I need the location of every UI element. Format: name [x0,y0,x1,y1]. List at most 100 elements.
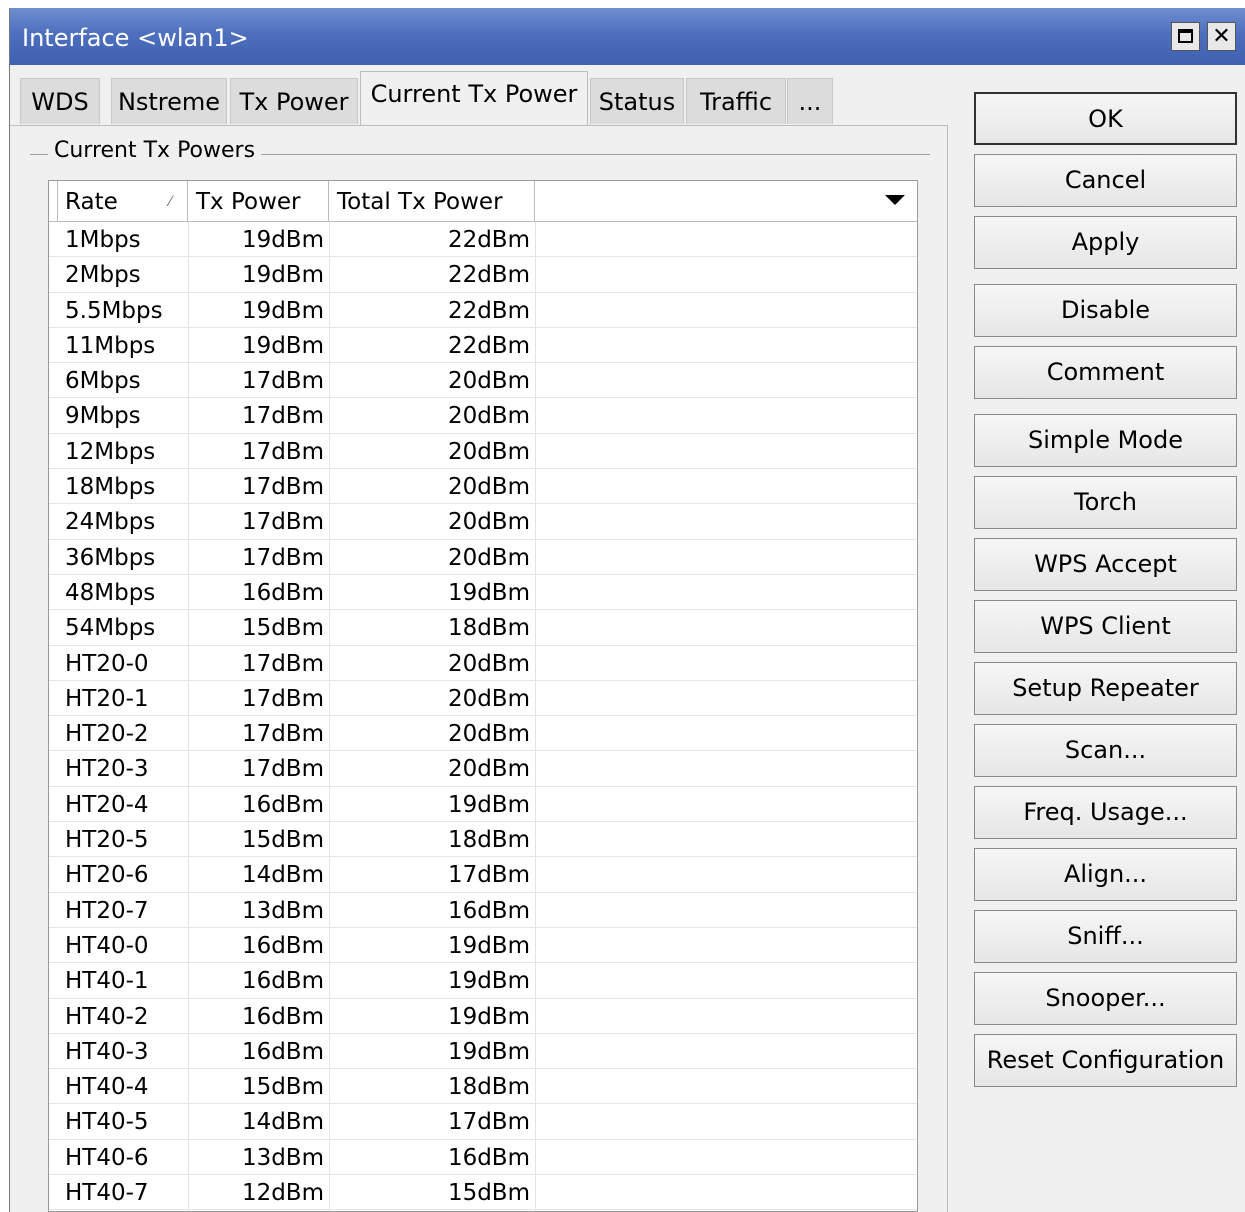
cell-rate: 5.5Mbps [65,297,163,324]
cell-total-tx-power: 17dBm [447,1109,530,1136]
simple-mode-button[interactable]: Simple Mode [974,414,1237,467]
table-row[interactable]: 18Mbps 17dBm 20dBm [49,469,917,505]
cell-rate: HT40-4 [65,1074,149,1101]
cell-tx-power: 19dBm [241,297,324,324]
cell-total-tx-power: 19dBm [447,932,530,959]
cell-tx-power: 16dBm [241,791,324,818]
snooper-button[interactable]: Snooper... [974,972,1237,1025]
table-row[interactable]: HT20-3 17dBm 20dBm [49,751,917,787]
align-button[interactable]: Align... [974,848,1237,901]
cell-total-tx-power: 20dBm [447,721,530,748]
tab-tx-power[interactable]: Tx Power [230,78,358,124]
cell-tx-power: 16dBm [241,968,324,995]
cell-tx-power: 14dBm [241,1109,324,1136]
cell-rate: HT40-7 [65,1180,149,1207]
cell-total-tx-power: 22dBm [447,227,530,253]
tab-nstreme[interactable]: Nstreme [111,78,227,124]
tab-status[interactable]: Status [590,78,684,124]
table-row[interactable]: HT40-7 12dBm 15dBm [49,1175,917,1211]
column-header-total-tx-power[interactable]: Total Tx Power [329,181,535,221]
table-row[interactable]: HT40-5 14dBm 17dBm [49,1104,917,1140]
group-label: Current Tx Powers [48,138,262,163]
cell-total-tx-power: 20dBm [447,509,530,536]
table-row[interactable]: 12Mbps 17dBm 20dBm [49,434,917,470]
cell-total-tx-power: 15dBm [447,1180,530,1207]
disable-button[interactable]: Disable [974,284,1237,337]
table-row[interactable]: 1Mbps 19dBm 22dBm [49,222,917,258]
table-row[interactable]: 48Mbps 16dBm 19dBm [49,575,917,611]
panel-divider [947,125,948,1212]
cell-rate: HT20-5 [65,827,149,854]
cancel-button[interactable]: Cancel [974,154,1237,207]
table-row[interactable]: HT40-4 15dBm 18dBm [49,1069,917,1105]
table-row[interactable]: HT40-3 16dBm 19dBm [49,1034,917,1070]
close-icon: ✕ [1212,24,1231,49]
cell-total-tx-power: 19dBm [447,968,530,995]
maximize-button[interactable] [1171,22,1200,51]
table-row[interactable]: 36Mbps 17dBm 20dBm [49,540,917,575]
table-row[interactable]: HT20-4 16dBm 19dBm [49,787,917,823]
cell-rate: HT40-0 [65,932,149,959]
maximize-icon [1178,29,1193,43]
title-bar[interactable]: Interface <wlan1> ✕ [10,8,1245,65]
scan-button[interactable]: Scan... [974,724,1237,777]
cell-total-tx-power: 18dBm [447,1074,530,1101]
cell-rate: HT20-7 [65,897,149,924]
column-header-rate[interactable]: Rate ⁄ [57,181,188,221]
cell-total-tx-power: 20dBm [447,650,530,677]
table-row[interactable]: 6Mbps 17dBm 20dBm [49,363,917,399]
reset-configuration-button[interactable]: Reset Configuration [974,1034,1237,1087]
sniff-button[interactable]: Sniff... [974,910,1237,963]
column-header-label: Rate [65,189,118,215]
cell-tx-power: 17dBm [241,756,324,783]
table-row[interactable]: 9Mbps 17dBm 20dBm [49,398,917,434]
interface-window: Interface <wlan1> ✕ WDS Nstreme Tx Power… [9,8,1245,1212]
table-row[interactable]: HT20-0 17dBm 20dBm [49,646,917,681]
cell-total-tx-power: 16dBm [447,1144,530,1171]
tab-more[interactable]: ... [787,78,833,124]
cell-tx-power: 17dBm [241,403,324,430]
cell-tx-power: 17dBm [241,474,324,501]
table-row[interactable]: 11Mbps 19dBm 22dBm [49,328,917,364]
wps-accept-button[interactable]: WPS Accept [974,538,1237,591]
close-button[interactable]: ✕ [1207,22,1236,51]
chevron-down-icon[interactable] [885,195,905,205]
tab-current-tx-power[interactable]: Current Tx Power [360,71,588,126]
table-row[interactable]: HT20-7 13dBm 16dBm [49,893,917,928]
table-row[interactable]: HT40-0 16dBm 19dBm [49,928,917,964]
table-row[interactable]: 5.5Mbps 19dBm 22dBm [49,293,917,328]
column-header-tx-power[interactable]: Tx Power [188,181,329,221]
cell-total-tx-power: 20dBm [447,544,530,571]
tab-traffic[interactable]: Traffic [686,78,786,124]
cell-tx-power: 19dBm [241,227,324,253]
cell-tx-power: 13dBm [241,1144,324,1171]
wps-client-button[interactable]: WPS Client [974,600,1237,653]
table-row[interactable]: HT20-1 17dBm 20dBm [49,681,917,717]
freq-usage-button[interactable]: Freq. Usage... [974,786,1237,839]
cell-rate: 1Mbps [65,227,141,253]
cell-tx-power: 19dBm [241,332,324,359]
cell-tx-power: 17dBm [241,650,324,677]
cell-tx-power: 17dBm [241,368,324,395]
apply-button[interactable]: Apply [974,216,1237,269]
table-row[interactable]: HT20-2 17dBm 20dBm [49,716,917,752]
table-row[interactable]: 54Mbps 15dBm 18dBm [49,610,917,646]
table-row[interactable]: 2Mbps 19dBm 22dBm [49,257,917,293]
cell-total-tx-power: 18dBm [447,827,530,854]
ok-button[interactable]: OK [974,92,1237,145]
cell-rate: 54Mbps [65,615,156,642]
table-row[interactable]: HT20-6 14dBm 17dBm [49,857,917,893]
table-row[interactable]: 24Mbps 17dBm 20dBm [49,504,917,540]
table-body: 1Mbps 19dBm 22dBm 2Mbps 19dBm 22dBm 5.5Mbps 19d… [49,222,917,1211]
table-header: Rate ⁄ Tx Power Total Tx Power [49,181,917,222]
table-row[interactable]: HT40-1 16dBm 19dBm [49,963,917,999]
torch-button[interactable]: Torch [974,476,1237,529]
setup-repeater-button[interactable]: Setup Repeater [974,662,1237,715]
table-row[interactable]: HT40-2 16dBm 19dBm [49,999,917,1034]
table-row[interactable]: HT40-6 13dBm 16dBm [49,1140,917,1176]
cell-tx-power: 16dBm [241,932,324,959]
comment-button[interactable]: Comment [974,346,1237,399]
tab-wds[interactable]: WDS [20,78,100,124]
cell-total-tx-power: 16dBm [447,897,530,924]
table-row[interactable]: HT20-5 15dBm 18dBm [49,822,917,858]
